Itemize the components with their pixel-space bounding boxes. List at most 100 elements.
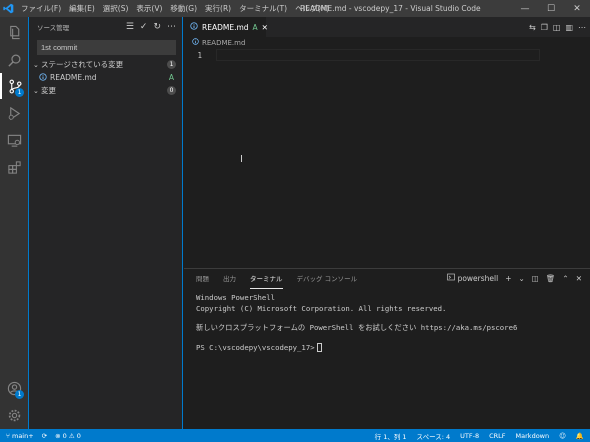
tab-status: A bbox=[252, 22, 258, 32]
remote-explorer-icon[interactable] bbox=[0, 127, 28, 153]
code-line[interactable]: 1 bbox=[184, 49, 590, 61]
terminal-line: Windows PowerShell bbox=[196, 293, 276, 302]
menu-run[interactable]: 実行(R) bbox=[201, 3, 235, 14]
staged-count-badge: 1 bbox=[167, 60, 176, 69]
tab-problems[interactable]: 問題 bbox=[196, 269, 209, 289]
warning-count: 0 bbox=[76, 431, 81, 440]
branch-indicator[interactable]: ⑂ main+ bbox=[6, 432, 34, 440]
tab-debug-console[interactable]: デバッグ コンソール bbox=[297, 269, 358, 289]
error-icon: ⊗ bbox=[55, 431, 61, 440]
search-icon[interactable] bbox=[0, 47, 28, 73]
notifications-bell-icon[interactable]: 🔔 bbox=[576, 432, 584, 440]
indentation[interactable]: スペース: 4 bbox=[417, 431, 451, 441]
accounts-icon[interactable]: 1 bbox=[0, 375, 28, 401]
menu-view[interactable]: 表示(V) bbox=[132, 3, 166, 14]
status-bar: ⑂ main+ ⟳ ⊗ 0 ⚠ 0 行 1、列 1 スペース: 4 UTF-8 … bbox=[0, 429, 590, 442]
open-preview-icon[interactable]: ◫ bbox=[553, 23, 561, 32]
window-title: README.md - vscodepy_17 - Visual Studio … bbox=[300, 4, 481, 13]
terminal-selector[interactable]: powershell bbox=[446, 269, 499, 289]
tab-output[interactable]: 出力 bbox=[223, 269, 236, 289]
tab-label: README.md bbox=[202, 22, 249, 32]
info-icon bbox=[192, 37, 199, 49]
open-file-icon[interactable]: ❐ bbox=[541, 23, 548, 32]
close-window-button[interactable]: ✕ bbox=[564, 0, 590, 17]
refresh-icon[interactable]: ↻ bbox=[153, 22, 161, 32]
menu-terminal[interactable]: ターミナル(T) bbox=[235, 3, 291, 14]
info-icon bbox=[190, 22, 198, 32]
scm-badge: 1 bbox=[15, 88, 24, 97]
menu-go[interactable]: 移動(G) bbox=[166, 3, 201, 14]
terminal-name: powershell bbox=[457, 274, 499, 283]
menu-bar: ファイル(F) 編集(E) 選択(S) 表示(V) 移動(G) 実行(R) ター… bbox=[17, 0, 333, 17]
explorer-icon[interactable] bbox=[0, 19, 28, 45]
source-control-sidebar: ソース管理 ☰ ✓ ↻ ⋯ ⌄ ステージされている変更 1 README.md … bbox=[28, 17, 183, 429]
menu-edit[interactable]: 編集(E) bbox=[65, 3, 99, 14]
chevron-down-icon[interactable]: ⌄ bbox=[518, 269, 524, 289]
staged-file-name: README.md bbox=[50, 73, 97, 82]
source-control-icon[interactable]: 1 bbox=[0, 73, 28, 99]
new-terminal-icon[interactable]: + bbox=[505, 269, 511, 289]
end-of-line[interactable]: CRLF bbox=[489, 432, 505, 440]
close-panel-icon[interactable]: ✕ bbox=[576, 269, 582, 289]
more-actions-icon[interactable]: ⋯ bbox=[578, 23, 586, 32]
settings-gear-icon[interactable] bbox=[0, 402, 28, 428]
sync-icon[interactable]: ⟳ bbox=[42, 432, 47, 440]
terminal-prompt: PS C:\vscodepy\vscodepy_17> bbox=[196, 342, 315, 352]
trash-icon[interactable]: 🗑 bbox=[546, 269, 556, 289]
chevron-down-icon: ⌄ bbox=[33, 86, 39, 95]
tab-close-icon[interactable]: ✕ bbox=[262, 23, 268, 32]
changes-group[interactable]: ⌄ 変更 0 bbox=[29, 84, 182, 97]
split-terminal-icon[interactable]: ◫ bbox=[532, 269, 539, 289]
changes-label: 変更 bbox=[41, 86, 56, 95]
terminal-cursor bbox=[316, 343, 322, 352]
vscode-logo-icon bbox=[0, 0, 17, 17]
terminal-prompt-row: PS C:\vscodepy\vscodepy_17> bbox=[196, 343, 578, 354]
info-icon bbox=[39, 72, 50, 83]
commit-check-icon[interactable]: ✓ bbox=[140, 22, 148, 32]
staged-changes-label: ステージされている変更 bbox=[41, 60, 124, 69]
branch-name: main+ bbox=[11, 431, 34, 440]
bottom-panel: 問題 出力 ターミナル デバッグ コンソール powershell + ⌄ ◫ … bbox=[184, 268, 590, 429]
file-status-added: A bbox=[168, 73, 174, 82]
sidebar-title: ソース管理 bbox=[37, 24, 70, 32]
warning-icon: ⚠ bbox=[68, 431, 75, 440]
feedback-icon[interactable]: ☺ bbox=[559, 432, 566, 440]
breadcrumb[interactable]: README.md bbox=[184, 37, 590, 49]
changes-count-badge: 0 bbox=[167, 86, 176, 95]
more-actions-icon[interactable]: ⋯ bbox=[167, 22, 176, 32]
menu-file[interactable]: ファイル(F) bbox=[17, 3, 65, 14]
extensions-icon[interactable] bbox=[0, 154, 28, 180]
chevron-down-icon: ⌄ bbox=[33, 60, 39, 69]
commit-message-input[interactable] bbox=[37, 40, 176, 55]
cursor-position[interactable]: 行 1、列 1 bbox=[375, 431, 407, 441]
encoding[interactable]: UTF-8 bbox=[460, 432, 479, 440]
maximize-button[interactable]: ☐ bbox=[538, 0, 564, 17]
maximize-panel-icon[interactable]: ⌃ bbox=[562, 269, 568, 289]
minimize-button[interactable]: — bbox=[512, 0, 538, 17]
tab-terminal[interactable]: ターミナル bbox=[250, 269, 283, 289]
current-line-highlight[interactable] bbox=[216, 49, 540, 61]
terminal-icon bbox=[446, 269, 455, 289]
terminal-line: 新しいクロスプラットフォームの PowerShell をお試しください http… bbox=[196, 323, 518, 332]
open-changes-icon[interactable]: ⇆ bbox=[529, 23, 536, 32]
split-editor-icon[interactable]: ▥ bbox=[565, 23, 573, 32]
terminal-output[interactable]: Windows PowerShell Copyright (C) Microso… bbox=[184, 289, 590, 357]
editor-area: README.md A ✕ ⇆ ❐ ◫ ▥ ⋯ README.md 1 I bbox=[184, 17, 590, 267]
language-mode[interactable]: Markdown bbox=[516, 432, 550, 440]
staged-changes-group[interactable]: ⌄ ステージされている変更 1 bbox=[29, 58, 182, 71]
accounts-badge: 1 bbox=[15, 390, 24, 399]
breadcrumb-file[interactable]: README.md bbox=[202, 37, 245, 49]
staged-file-row[interactable]: README.md A bbox=[29, 71, 182, 84]
title-bar: ファイル(F) 編集(E) 選択(S) 表示(V) 移動(G) 実行(R) ター… bbox=[0, 0, 590, 17]
menu-selection[interactable]: 選択(S) bbox=[99, 3, 133, 14]
run-debug-icon[interactable] bbox=[0, 100, 28, 126]
view-as-list-icon[interactable]: ☰ bbox=[126, 22, 134, 32]
tab-readme[interactable]: README.md A ✕ bbox=[184, 17, 268, 37]
git-branch-icon: ⑂ bbox=[6, 431, 10, 440]
problems-indicator[interactable]: ⊗ 0 ⚠ 0 bbox=[55, 432, 81, 440]
activity-bar: 1 1 bbox=[0, 17, 28, 429]
error-count: 0 bbox=[62, 431, 67, 440]
line-number: 1 bbox=[197, 50, 202, 60]
